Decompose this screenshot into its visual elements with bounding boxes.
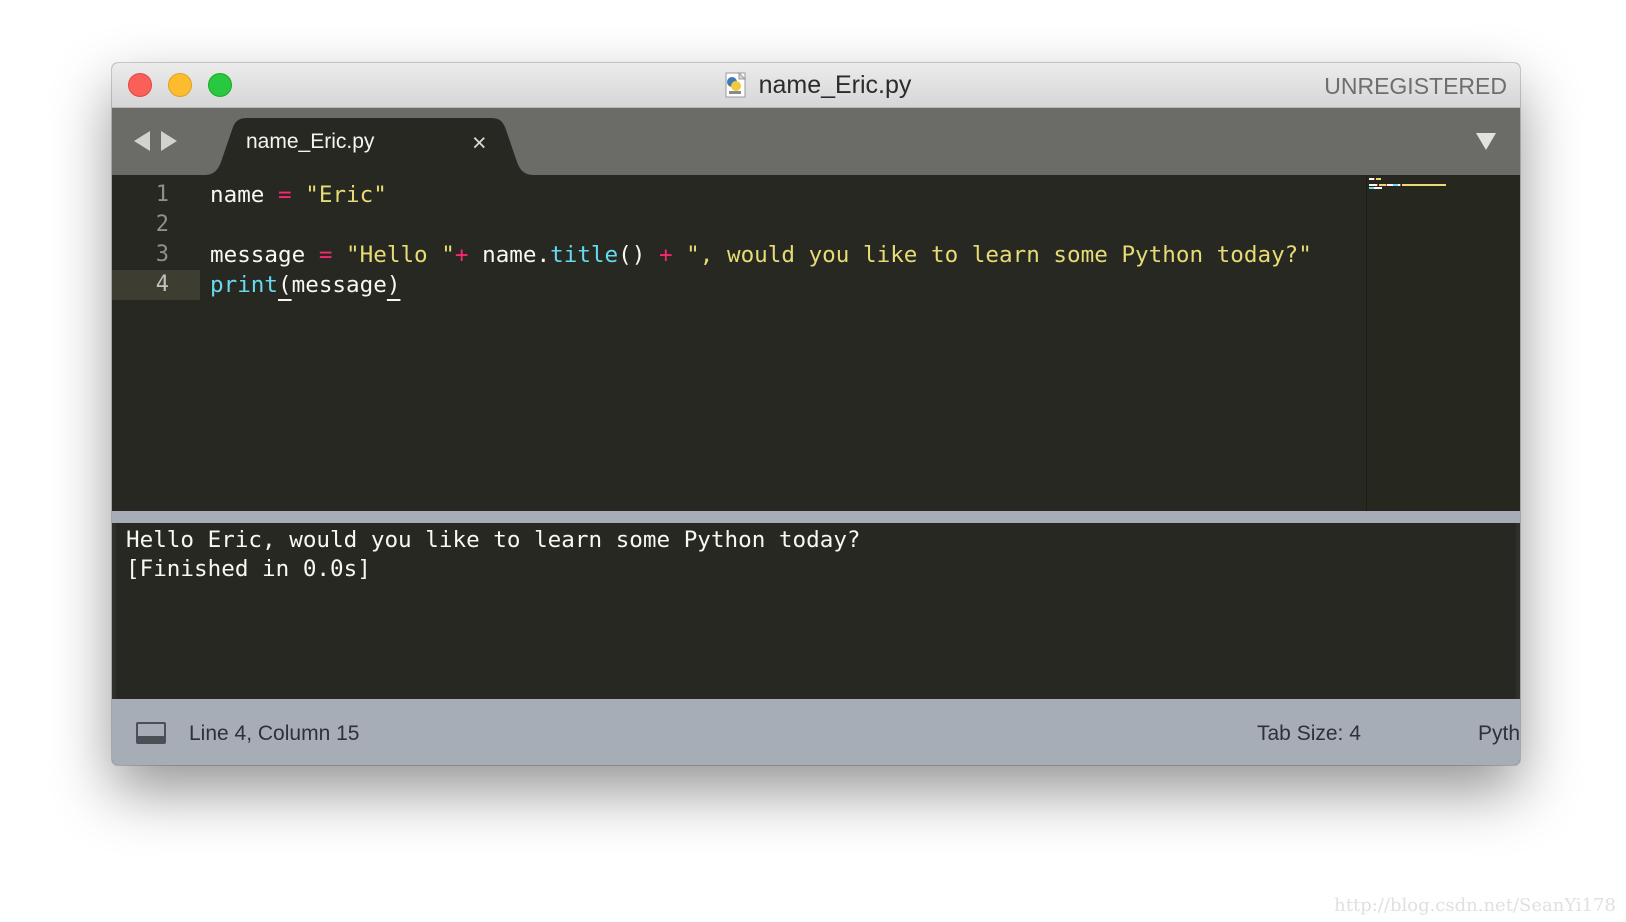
syntax-selector[interactable]: Python (1478, 703, 1520, 765)
minimap-token (1402, 184, 1446, 186)
line-number: 3 (155, 242, 169, 267)
code-token: "Eric" (305, 182, 387, 208)
tab-bar: name_Eric.py × (112, 108, 1520, 175)
minimap[interactable] (1366, 175, 1520, 511)
registration-status: UNREGISTERED (1324, 73, 1507, 99)
title-bar[interactable]: name_Eric.py UNREGISTERED (112, 63, 1520, 108)
triangle-right-icon[interactable] (161, 131, 177, 151)
output-line: [Finished in 0.0s] (126, 556, 371, 582)
code-token: + (658, 242, 673, 268)
output-line: Hello Eric, would you like to learn some… (126, 527, 861, 553)
close-tab-icon[interactable]: × (472, 129, 487, 158)
line-number: 4 (112, 270, 200, 300)
minimap-token (1378, 184, 1387, 186)
code-token: ) (386, 272, 401, 298)
close-window-button[interactable] (128, 73, 152, 97)
code-token: "Hello " (346, 242, 455, 268)
code-token: name. (468, 242, 551, 268)
editor-window: name_Eric.py UNREGISTERED name_Eric.py ×… (112, 63, 1520, 765)
code-token: () (618, 242, 659, 268)
code-token: name (210, 182, 279, 208)
panel-toggle-icon[interactable] (136, 722, 166, 744)
minimap-token (1381, 187, 1383, 189)
title-group: name_Eric.py (112, 63, 1520, 107)
cursor-position: Line 4, Column 15 (189, 722, 360, 745)
line-number-gutter: 1 2 3 4 (112, 175, 200, 511)
code-line[interactable]: name = "Eric" (210, 180, 387, 210)
tab-label: name_Eric.py (246, 130, 375, 153)
python-file-icon (725, 71, 746, 98)
minimize-window-button[interactable] (168, 73, 192, 97)
triangle-down-icon[interactable] (1476, 133, 1496, 150)
tab-name-eric-py[interactable]: name_Eric.py × (204, 118, 534, 175)
code-token: title (550, 242, 619, 268)
code-token: ", would you like to learn some Python t… (686, 242, 1312, 268)
minimap-token (1376, 184, 1378, 186)
window-title: name_Eric.py (758, 70, 912, 99)
line-number: 2 (155, 212, 169, 237)
triangle-left-icon[interactable] (134, 131, 150, 151)
build-output-panel[interactable]: Hello Eric, would you like to learn some… (116, 523, 1516, 699)
minimap-token (1373, 178, 1375, 180)
code-token: message (210, 242, 319, 268)
code-token: ( (278, 272, 292, 298)
code-line[interactable]: message = "Hello "+ name.title() + ", wo… (210, 240, 1312, 270)
code-token: message (291, 272, 387, 298)
editor-area[interactable]: 1234 name = "Eric" message = "Hello "+ na… (112, 175, 1520, 511)
output-panel-divider[interactable] (112, 511, 1520, 523)
code-token: print (210, 272, 279, 298)
status-bar: Line 4, Column 15 Tab Size: 4 Python (112, 703, 1520, 765)
minimap-token (1400, 184, 1402, 186)
tab-size-selector[interactable]: Tab Size: 4 (1257, 703, 1361, 765)
watermark-url: http://blog.csdn.net/SeanYi178 (1334, 895, 1616, 916)
code-view[interactable]: name = "Eric" message = "Hello "+ name.ti… (210, 175, 1365, 511)
code-token: + (454, 242, 469, 268)
minimap-token (1375, 178, 1382, 180)
code-token: = (278, 182, 292, 208)
line-number: 1 (155, 182, 169, 207)
code-line[interactable]: print(message) (210, 270, 400, 300)
code-token: = (318, 242, 333, 268)
minimap-token (1369, 184, 1377, 186)
zoom-window-button[interactable] (208, 73, 232, 97)
minimap-token (1374, 187, 1382, 189)
